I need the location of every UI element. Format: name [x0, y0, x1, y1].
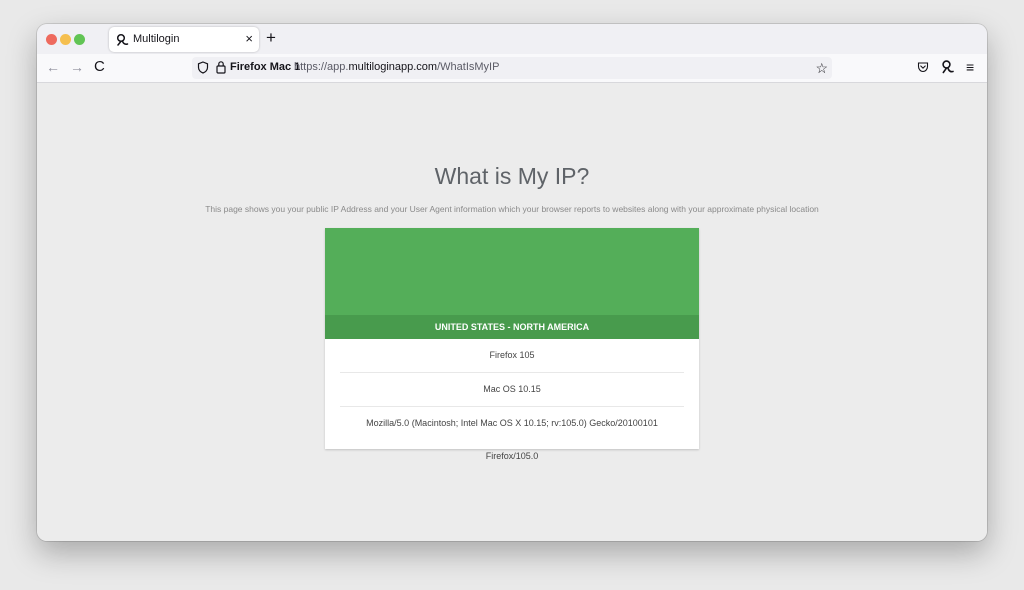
- multilogin-account-icon[interactable]: [940, 59, 954, 75]
- ip-info-card: UNITED STATES - NORTH AMERICA Firefox 10…: [325, 228, 699, 461]
- tab-multilogin[interactable]: Multilogin ×: [109, 27, 259, 52]
- back-button[interactable]: ←: [46, 58, 60, 76]
- browser-window: Multilogin × + ← → C Firefox Mac 1 https…: [37, 24, 987, 541]
- region-label: UNITED STATES - NORTH AMERICA: [325, 315, 699, 339]
- navigation-bar: ← → C Firefox Mac 1 https://app.multilog…: [37, 54, 987, 83]
- url-path: /WhatIsMyIP: [437, 61, 500, 73]
- new-tab-button[interactable]: +: [266, 29, 276, 47]
- tracking-protection-shield-icon[interactable]: [197, 61, 209, 74]
- browser-info: Firefox 105: [340, 339, 684, 373]
- os-info: Mac OS 10.15: [340, 373, 684, 407]
- url-text[interactable]: https://app.multiloginapp.com/WhatIsMyIP: [294, 61, 499, 73]
- bookmark-star-icon[interactable]: ☆: [815, 59, 828, 77]
- multilogin-logo-icon: [116, 33, 129, 46]
- minimize-window-button[interactable]: [60, 34, 71, 45]
- page-subtitle: This page shows you your public IP Addre…: [205, 204, 819, 214]
- zoom-window-button[interactable]: [74, 34, 85, 45]
- close-tab-icon[interactable]: ×: [245, 31, 253, 47]
- hamburger-menu-icon[interactable]: ≡: [966, 57, 974, 77]
- close-window-button[interactable]: [46, 34, 57, 45]
- reload-button[interactable]: C: [94, 58, 105, 76]
- pocket-icon[interactable]: [917, 61, 929, 73]
- user-agent-info: Mozilla/5.0 (Macintosh; Intel Mac OS X 1…: [366, 418, 658, 461]
- url-prefix: https://app.: [294, 61, 349, 73]
- forward-button[interactable]: →: [70, 58, 84, 76]
- container-label: Firefox Mac 1: [230, 61, 301, 73]
- page-title: What is My IP?: [434, 163, 590, 189]
- lock-icon[interactable]: [216, 60, 226, 74]
- address-bar[interactable]: Firefox Mac 1 https://app.multiloginapp.…: [192, 57, 832, 79]
- page-content: What is My IP? This page shows you your …: [37, 83, 987, 541]
- title-bar: Multilogin × +: [37, 24, 987, 54]
- tab-title: Multilogin: [133, 33, 180, 45]
- url-domain: multiloginapp.com: [348, 61, 438, 73]
- location-map: [325, 228, 699, 315]
